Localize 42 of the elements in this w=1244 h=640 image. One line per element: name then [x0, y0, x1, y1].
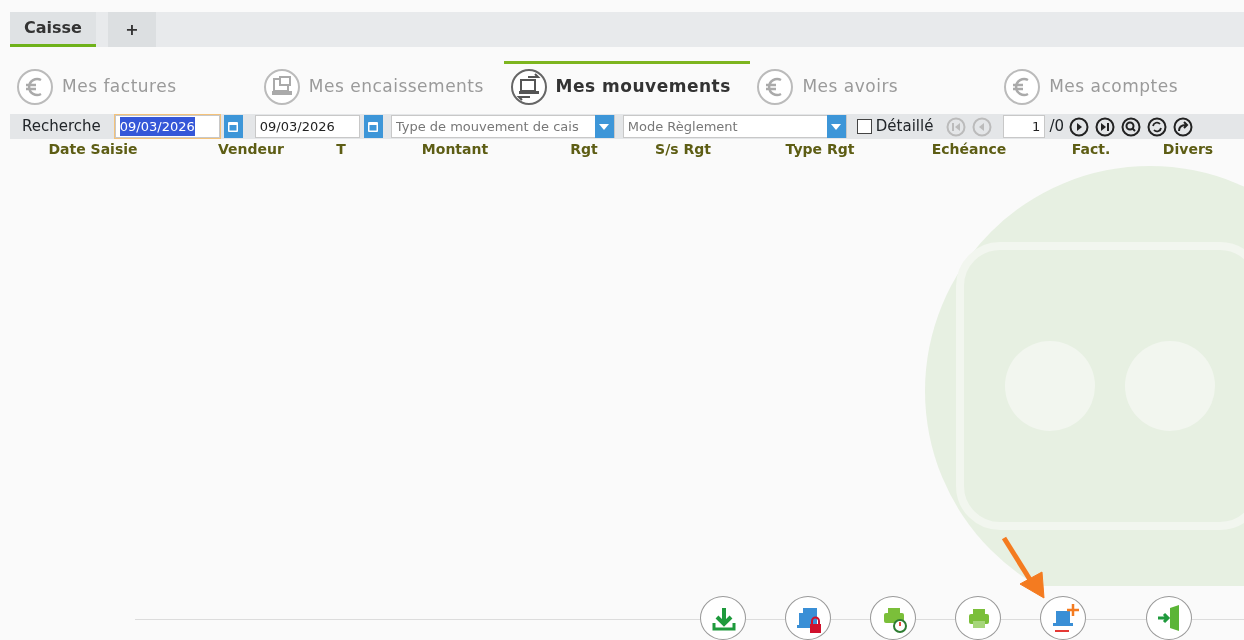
download-button[interactable]	[700, 596, 746, 640]
column-header: Vendeur	[217, 140, 285, 159]
transfer-icon	[509, 67, 548, 106]
calendar-icon[interactable]	[363, 115, 383, 138]
window-tab[interactable]: +	[107, 12, 156, 47]
last-page-icon[interactable]	[1094, 115, 1116, 138]
printer-timer-button[interactable]	[870, 596, 916, 640]
window-tab[interactable]: Caisse	[10, 12, 96, 47]
column-header: S/s Rgt	[654, 140, 712, 159]
date-field[interactable]: 09/03/2026	[114, 115, 220, 138]
next-page-icon[interactable]	[1068, 115, 1090, 138]
column-header: Rgt	[569, 140, 599, 159]
detailed-label: Détaillé	[875, 116, 934, 138]
column-header: Date Saisie	[47, 140, 139, 159]
dropdown-field[interactable]: Mode Règlement	[622, 115, 847, 138]
column-header: T	[335, 140, 347, 159]
exit-door-button[interactable]	[1146, 596, 1192, 640]
caret-icon	[831, 123, 842, 130]
page-field[interactable]: 1	[1003, 115, 1046, 138]
caret-icon	[599, 123, 610, 130]
column-header: Fact.	[1070, 140, 1112, 159]
printer-button[interactable]	[955, 596, 1001, 640]
register-plus-button[interactable]	[1040, 596, 1086, 640]
column-header: Montant	[420, 140, 490, 159]
search-label: Recherche	[21, 116, 102, 138]
euro-icon	[756, 67, 795, 106]
register-lock-button[interactable]	[785, 596, 831, 640]
calendar-icon[interactable]	[223, 115, 243, 138]
column-header: Echéance	[930, 140, 1008, 159]
refresh-icon[interactable]	[1146, 115, 1168, 138]
column-header: Divers	[1161, 140, 1215, 159]
cash-register-icon	[262, 67, 301, 106]
column-header: Type Rgt	[784, 140, 856, 159]
search-icon[interactable]	[1120, 115, 1142, 138]
dropdown-field[interactable]: Type de mouvement de cais	[390, 115, 615, 138]
detailed-checkbox[interactable]	[856, 119, 872, 134]
forward-icon[interactable]	[1172, 115, 1194, 138]
euro-icon	[16, 67, 54, 106]
date-field[interactable]: 09/03/2026	[254, 115, 360, 138]
page-total: /0	[1049, 116, 1064, 138]
euro-icon	[1003, 67, 1042, 106]
section-tab[interactable]: Mes mouvements	[503, 61, 751, 109]
